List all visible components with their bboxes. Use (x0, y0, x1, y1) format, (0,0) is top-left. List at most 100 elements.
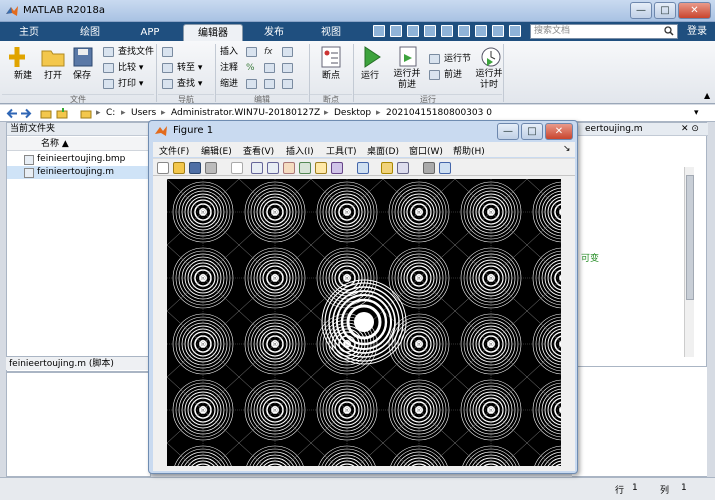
breakpoints-icon[interactable] (318, 45, 346, 69)
back-arrow-icon[interactable] (6, 108, 18, 119)
quick-access-dropdown-icon[interactable] (509, 25, 521, 37)
save-icon[interactable] (70, 45, 98, 69)
run-and-advance-icon[interactable] (395, 45, 423, 69)
zoom-in-icon[interactable] (251, 162, 263, 174)
save-figure-icon[interactable] (189, 162, 201, 174)
tab-editor[interactable]: 编辑器 (183, 24, 243, 41)
run-section-button[interactable]: 运行节 (429, 53, 471, 65)
smart-indent-icon[interactable] (246, 78, 261, 90)
link-plot-icon[interactable] (357, 162, 369, 174)
tab-view[interactable]: 视图 (306, 24, 356, 41)
edit-plot-arrow-icon[interactable] (231, 162, 243, 174)
path-segment[interactable]: Users (131, 107, 156, 120)
maximize-button[interactable]: □ (654, 2, 676, 19)
path-segment[interactable]: Desktop (334, 107, 371, 120)
brush-icon[interactable] (331, 162, 343, 174)
path-segment[interactable]: 20210415180800303 0 (386, 107, 492, 120)
file-row[interactable]: feinieertoujing.bmp (7, 153, 152, 166)
insert-colorbar-icon[interactable] (381, 162, 393, 174)
redo-icon[interactable] (458, 25, 470, 37)
comment-button[interactable]: 注释 (220, 62, 238, 74)
address-dropdown-icon[interactable]: ▾ (694, 107, 699, 120)
figure-close-button[interactable]: ✕ (545, 123, 573, 140)
copy-icon[interactable] (407, 25, 419, 37)
menu-file[interactable]: 文件(F) (159, 144, 189, 157)
new-icon[interactable] (9, 45, 37, 69)
tab-apps[interactable]: APP (124, 24, 176, 41)
fx-icon[interactable]: fx (264, 46, 273, 58)
print-figure-icon[interactable] (205, 162, 217, 174)
save-icon[interactable] (373, 25, 385, 37)
close-button[interactable]: ✕ (678, 2, 711, 19)
help-icon[interactable] (492, 25, 504, 37)
find-files-button[interactable]: 查找文件 (103, 46, 154, 58)
cut-icon[interactable] (390, 25, 402, 37)
insert-dropdown-icon[interactable] (282, 46, 297, 58)
paste-icon[interactable] (424, 25, 436, 37)
hide-plot-tools-icon[interactable] (423, 162, 435, 174)
wrap-comments-icon[interactable] (282, 62, 297, 74)
menu-tools[interactable]: 工具(T) (326, 144, 357, 157)
run-and-advance-button-label[interactable]: 运行并 前进 (387, 69, 427, 91)
menu-insert[interactable]: 插入(I) (286, 144, 314, 157)
run-and-time-icon[interactable] (477, 45, 505, 69)
breakpoints-button-label[interactable]: 断点 (311, 71, 351, 82)
figure-window[interactable]: Figure 1 — □ ✕ 文件(F) 编辑(E) 查看(V) 插入(I) 工… (148, 120, 578, 474)
minimize-button[interactable]: — (630, 2, 652, 19)
nav-back-button[interactable] (162, 46, 177, 58)
menu-help[interactable]: 帮助(H) (453, 144, 485, 157)
dock-arrow-icon[interactable]: ↘ (563, 144, 571, 154)
rotate-3d-icon[interactable] (299, 162, 311, 174)
pan-hand-icon[interactable] (283, 162, 295, 174)
menu-edit[interactable]: 编辑(E) (201, 144, 232, 157)
forward-arrow-icon[interactable] (20, 108, 32, 119)
tab-home[interactable]: 主页 (4, 24, 54, 41)
search-icon[interactable] (664, 26, 674, 36)
insert-section-icon[interactable] (246, 46, 261, 58)
save-button-label[interactable]: 保存 (62, 71, 102, 82)
uncomment-icon[interactable] (264, 62, 279, 74)
path-segment[interactable]: Administrator.WIN7U-20180127Z (171, 107, 320, 120)
editor-vertical-scrollbar[interactable] (684, 167, 694, 357)
goto-button[interactable]: 转至 ▾ (162, 62, 202, 74)
percent-comment-icon[interactable]: % (246, 62, 255, 74)
collapse-ribbon-icon[interactable]: ▲ (704, 91, 710, 100)
login-button[interactable]: 登录 (682, 24, 712, 40)
menu-window[interactable]: 窗口(W) (409, 144, 443, 157)
tab-publish[interactable]: 发布 (248, 24, 300, 41)
advance-button[interactable]: 前进 (429, 69, 462, 81)
insert-legend-icon[interactable] (397, 162, 409, 174)
name-column-header[interactable]: 名称 ▲ (7, 137, 152, 151)
fresnel-zone-image[interactable] (167, 179, 561, 466)
search-documentation-input[interactable]: 搜索文档 (530, 24, 678, 39)
increase-indent-icon[interactable] (264, 78, 279, 90)
compare-button[interactable]: 比较 ▾ (103, 62, 143, 74)
show-plot-tools-icon[interactable] (439, 162, 451, 174)
decrease-indent-icon[interactable] (282, 78, 297, 90)
path-segment[interactable]: C: (106, 107, 115, 120)
run-button-label[interactable]: 运行 (350, 71, 390, 82)
tab-plots[interactable]: 绘图 (64, 24, 116, 41)
file-row[interactable]: feinieertoujing.m (7, 166, 152, 179)
data-cursor-icon[interactable] (315, 162, 327, 174)
browse-folder-icon[interactable] (56, 108, 68, 119)
menu-desktop[interactable]: 桌面(D) (367, 144, 399, 157)
find-button[interactable]: 查找 ▾ (162, 78, 202, 90)
figure-minimize-button[interactable]: — (497, 123, 519, 140)
open-folder-icon[interactable] (40, 45, 68, 69)
up-folder-icon[interactable] (40, 108, 52, 119)
open-file-icon[interactable] (173, 162, 185, 174)
new-figure-icon[interactable] (157, 162, 169, 174)
scrollbar-thumb[interactable] (686, 175, 694, 300)
print-button[interactable]: 打印 ▾ (103, 78, 143, 90)
menu-view[interactable]: 查看(V) (243, 144, 274, 157)
insert-button[interactable]: 插入 (220, 46, 238, 58)
editor-panel-close-icon[interactable]: ✕ ⊙ (681, 124, 699, 134)
zoom-out-icon[interactable] (267, 162, 279, 174)
switch-windows-icon[interactable] (475, 25, 487, 37)
figure-maximize-button[interactable]: □ (521, 123, 543, 140)
indent-button[interactable]: 缩进 (220, 78, 238, 90)
run-icon[interactable] (358, 45, 386, 69)
undo-icon[interactable] (441, 25, 453, 37)
figure-title-bar[interactable]: Figure 1 — □ ✕ (149, 121, 577, 140)
